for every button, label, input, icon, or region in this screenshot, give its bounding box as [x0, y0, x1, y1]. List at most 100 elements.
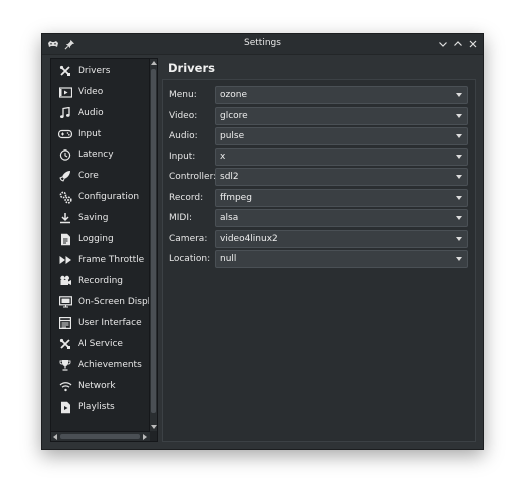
driver-label: Video: — [169, 110, 198, 121]
network-icon — [58, 379, 72, 393]
dropdown-arrow-icon — [454, 111, 464, 121]
sidebar-vertical-scrollbar[interactable] — [149, 59, 157, 431]
sidebar-item-input[interactable]: Input — [51, 124, 150, 145]
sidebar-item-configuration[interactable]: Configuration — [51, 187, 150, 208]
select-value: null — [220, 254, 237, 264]
sidebar-item-ai-service[interactable]: AI Service — [51, 334, 150, 355]
core-icon — [58, 169, 72, 183]
select-value: x — [220, 151, 226, 162]
title-bar: Settings — [42, 34, 483, 55]
driver-label: Record: — [169, 192, 204, 203]
driver-row-location: Location: null — [163, 249, 477, 269]
dropdown-arrow-icon — [454, 172, 464, 182]
sidebar-list: Drivers Video Audio Input Latency Core C… — [51, 59, 150, 431]
scroll-right-icon[interactable] — [141, 432, 149, 441]
dropdown-arrow-icon — [454, 234, 464, 244]
sidebar-item-label: Saving — [78, 213, 109, 223]
driver-label: Location: — [169, 254, 211, 264]
vertical-scroll-thumb[interactable] — [151, 69, 156, 413]
sidebar-item-label: Achievements — [78, 360, 142, 370]
saving-icon — [58, 211, 72, 225]
driver-row-menu: Menu: ozone — [163, 85, 477, 105]
select-value: video4linux2 — [220, 233, 278, 244]
location-driver-select[interactable]: null — [215, 250, 468, 268]
driver-row-input: Input: x — [163, 147, 477, 167]
input-driver-select[interactable]: x — [215, 147, 468, 166]
ai-service-icon — [58, 337, 72, 351]
sidebar-item-label: Configuration — [78, 192, 140, 202]
driver-row-camera: Camera: video4linux2 — [163, 229, 477, 249]
sidebar-item-label: Frame Throttle — [78, 255, 145, 265]
sidebar-item-logging[interactable]: Logging — [51, 229, 150, 250]
driver-label: Audio: — [169, 131, 198, 141]
playlists-icon — [58, 400, 72, 414]
frame-throttle-icon — [58, 253, 72, 267]
input-icon — [58, 127, 72, 141]
scroll-down-icon[interactable] — [150, 423, 157, 431]
logging-icon — [58, 232, 72, 246]
drivers-panel: Menu: ozone Video: glcore Audio: pulse I… — [162, 79, 476, 442]
sidebar-item-frame-throttle[interactable]: Frame Throttle — [51, 250, 150, 271]
sidebar: Drivers Video Audio Input Latency Core C… — [50, 58, 158, 442]
sidebar-item-recording[interactable]: Recording — [51, 271, 150, 292]
sidebar-item-label: Playlists — [78, 402, 115, 412]
settings-window: Settings Drivers Video Audio Input Laten… — [41, 33, 484, 450]
sidebar-horizontal-scrollbar[interactable] — [51, 431, 150, 441]
sidebar-item-label: Core — [78, 171, 99, 181]
audio-icon — [58, 106, 72, 120]
page-title: Drivers — [168, 61, 215, 75]
sidebar-item-label: Latency — [78, 150, 114, 160]
video-icon — [58, 85, 72, 99]
achievements-icon — [58, 358, 72, 372]
sidebar-item-user-interface[interactable]: User Interface — [51, 313, 150, 334]
select-value: sdl2 — [220, 172, 239, 182]
sidebar-item-label: Network — [78, 381, 116, 391]
midi-driver-select[interactable]: alsa — [215, 209, 468, 227]
recording-icon — [58, 274, 72, 288]
drivers-icon — [58, 64, 72, 78]
record-driver-select[interactable]: ffmpeg — [215, 188, 468, 207]
sidebar-item-audio[interactable]: Audio — [51, 103, 150, 124]
controller-driver-select[interactable]: sdl2 — [215, 168, 468, 186]
sidebar-item-label: Logging — [78, 234, 114, 244]
video-driver-select[interactable]: glcore — [215, 106, 468, 125]
audio-driver-select[interactable]: pulse — [215, 127, 468, 145]
driver-row-midi: MIDI: alsa — [163, 208, 477, 228]
horizontal-scroll-thumb[interactable] — [60, 434, 140, 439]
dropdown-arrow-icon — [454, 193, 464, 203]
camera-driver-select[interactable]: video4linux2 — [215, 229, 468, 248]
driver-label: Camera: — [169, 233, 208, 244]
sidebar-item-label: Video — [78, 87, 104, 97]
sidebar-item-label: User Interface — [78, 318, 142, 328]
sidebar-item-core[interactable]: Core — [51, 166, 150, 187]
sidebar-item-network[interactable]: Network — [51, 376, 150, 397]
driver-label: MIDI: — [169, 213, 193, 223]
driver-label: Controller: — [169, 172, 217, 182]
sidebar-item-achievements[interactable]: Achievements — [51, 355, 150, 376]
menu-driver-select[interactable]: ozone — [215, 86, 468, 104]
driver-row-video: Video: glcore — [163, 106, 477, 126]
close-icon[interactable] — [466, 37, 480, 51]
sidebar-item-label: Drivers — [78, 66, 111, 76]
scroll-left-icon[interactable] — [51, 432, 59, 441]
sidebar-item-label: AI Service — [78, 339, 123, 349]
maximize-icon[interactable] — [451, 37, 465, 51]
sidebar-item-drivers[interactable]: Drivers — [51, 61, 150, 82]
sidebar-item-video[interactable]: Video — [51, 82, 150, 103]
minimize-icon[interactable] — [436, 37, 450, 51]
dropdown-arrow-icon — [454, 254, 464, 264]
driver-label: Input: — [169, 151, 196, 162]
configuration-icon — [58, 190, 72, 204]
sidebar-item-playlists[interactable]: Playlists — [51, 397, 150, 418]
user-interface-icon — [58, 316, 72, 330]
sidebar-item-on-screen-display[interactable]: On-Screen Display — [51, 292, 150, 313]
sidebar-item-label: Input — [78, 129, 102, 139]
sidebar-item-label: Recording — [78, 276, 124, 286]
select-value: pulse — [220, 131, 245, 141]
sidebar-item-latency[interactable]: Latency — [51, 145, 150, 166]
sidebar-item-saving[interactable]: Saving — [51, 208, 150, 229]
driver-row-record: Record: ffmpeg — [163, 188, 477, 208]
select-value: alsa — [220, 213, 239, 223]
driver-row-audio: Audio: pulse — [163, 126, 477, 146]
scroll-up-icon[interactable] — [150, 59, 157, 67]
